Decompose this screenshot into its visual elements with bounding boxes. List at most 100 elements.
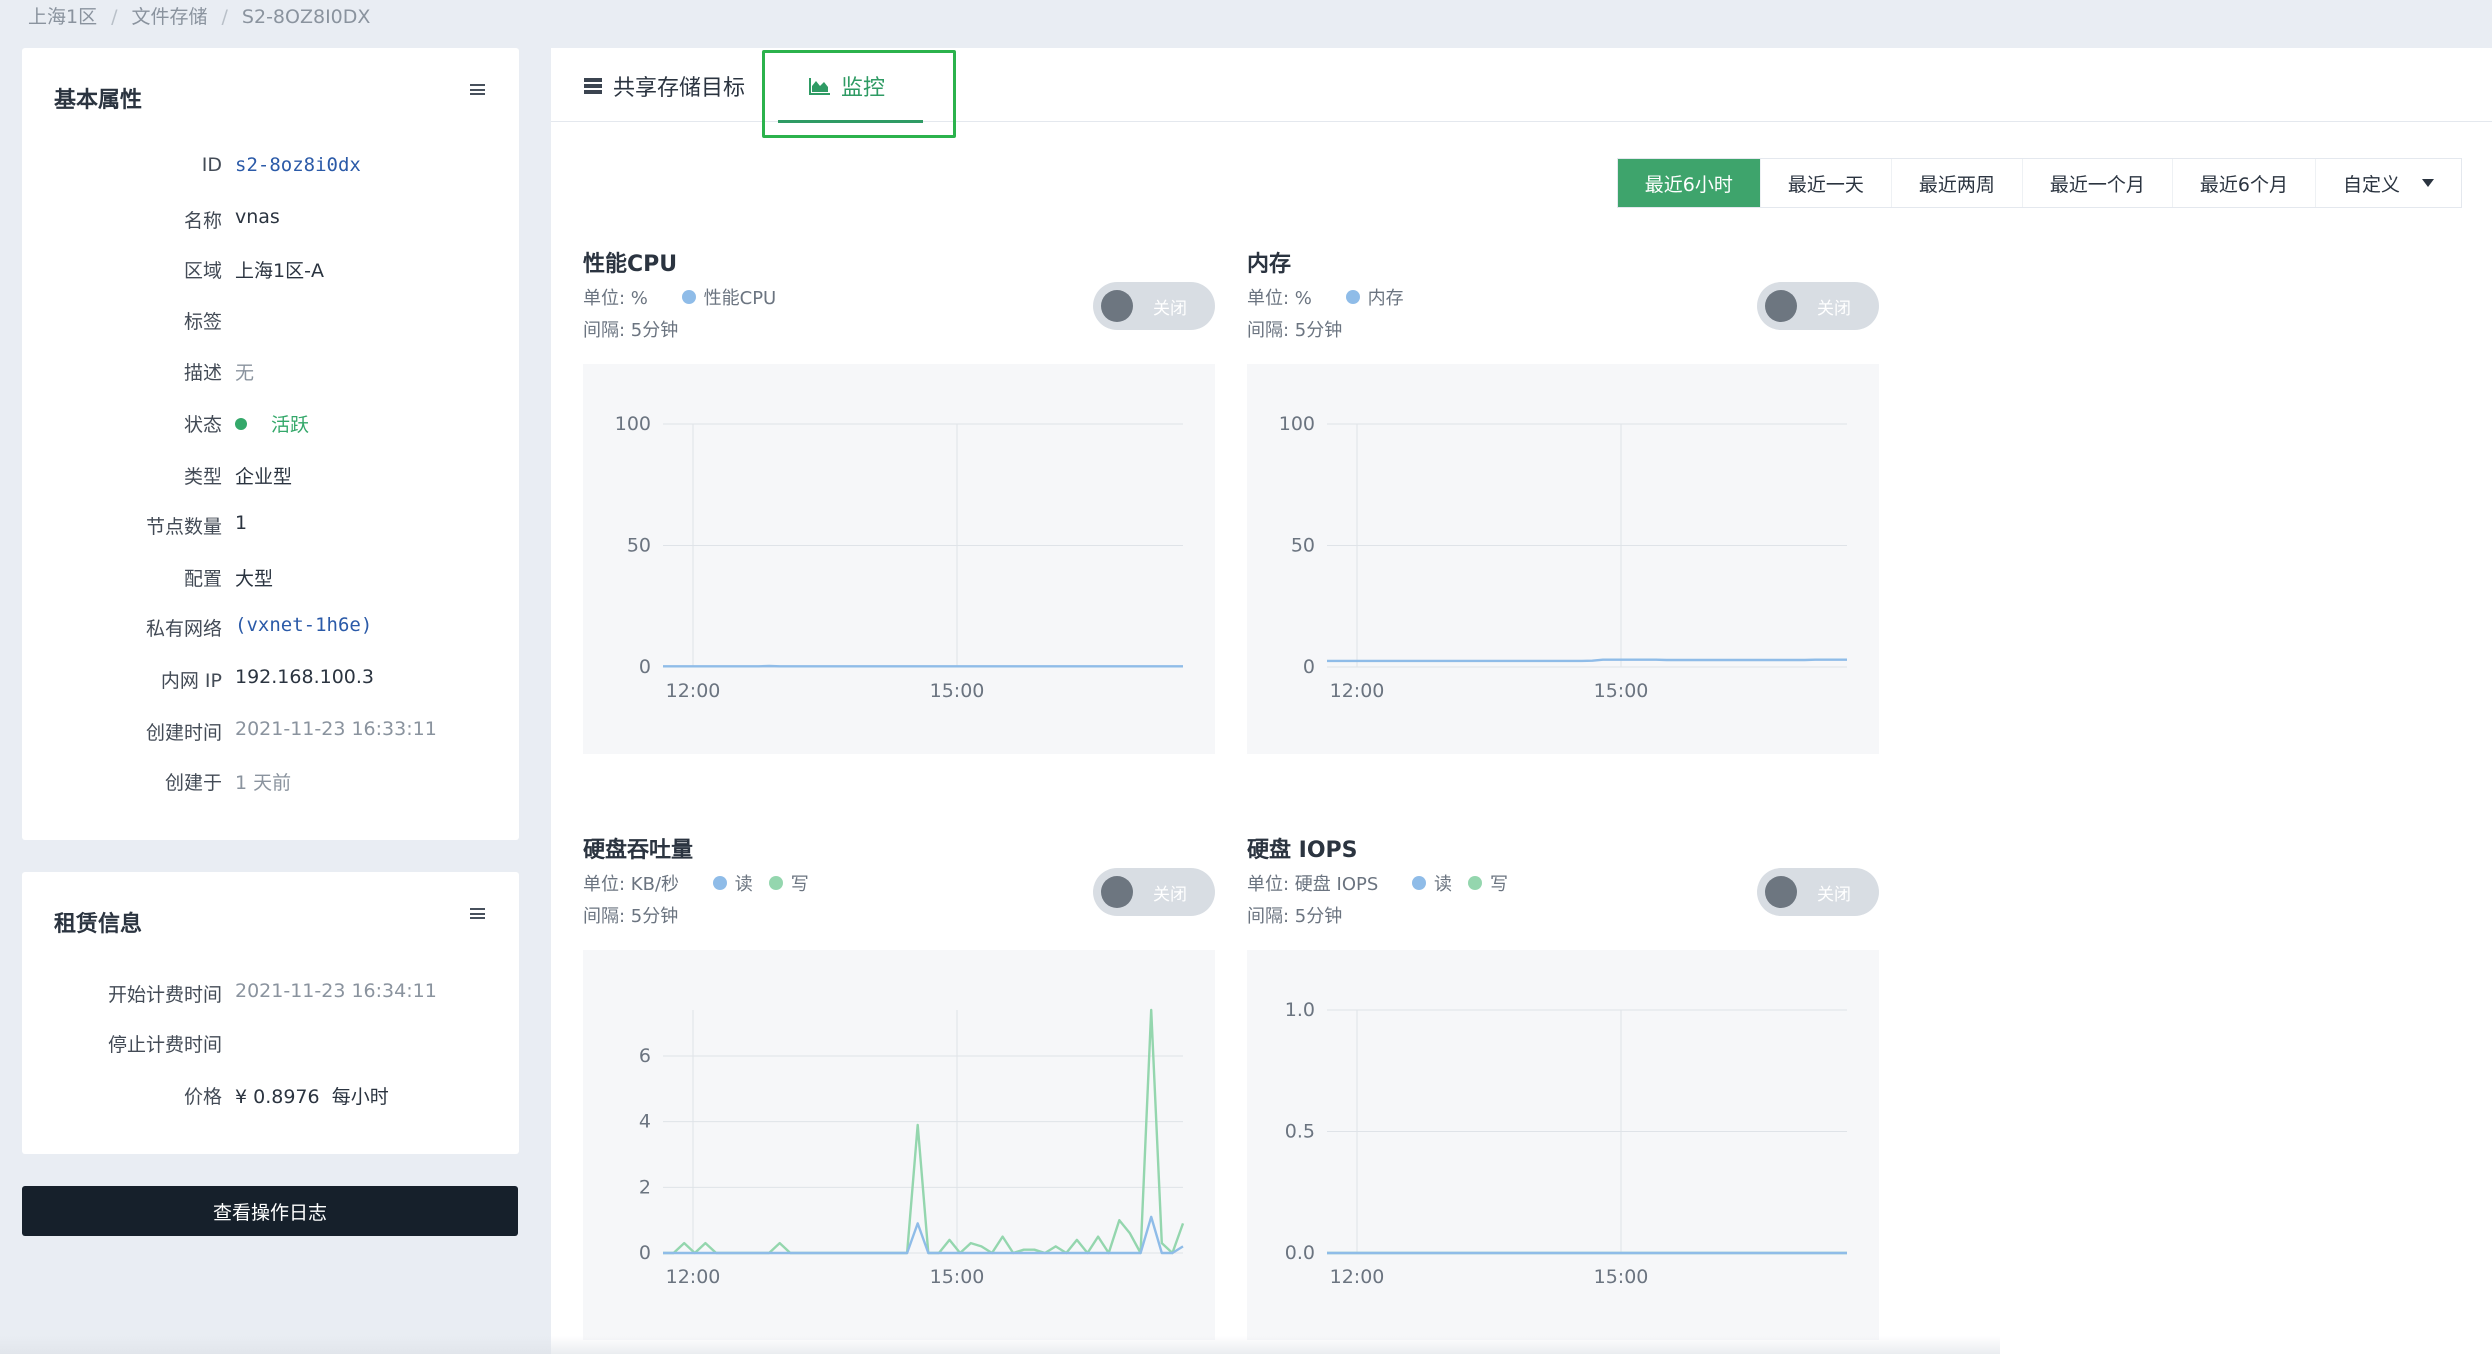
prop-row-id: ID s2-8oz8i0dx [22, 154, 522, 184]
prop-row-config: 配置 大型 [22, 564, 522, 594]
chart-unit: 单位: 硬盘 IOPS [1247, 874, 1379, 895]
prop-value: vnas [235, 206, 280, 228]
prop-row-node-count: 节点数量 1 [22, 512, 522, 542]
y-tick-label: 0.5 [1285, 1121, 1315, 1143]
prop-row-price: 价格 ¥ 0.8976 每小时 [22, 1082, 522, 1112]
bottom-shadow [0, 1336, 2000, 1354]
chart-toggle-switch[interactable]: 关闭 [1093, 868, 1215, 916]
prop-label: 创建时间 [145, 722, 222, 744]
chart-title: 性能CPU [583, 252, 678, 277]
breadcrumb-item-region[interactable]: 上海1区 [28, 6, 97, 28]
prop-row-created-time: 创建时间 2021-11-23 16:33:11 [22, 718, 522, 748]
prop-row-description: 描述 无 [22, 358, 522, 388]
legend-item[interactable]: 内存 [1345, 284, 1404, 310]
prop-row-status: 状态 活跃 [22, 410, 522, 440]
chart-disk-iops: 硬盘 IOPS 单位: 硬盘 IOPS 读 写 间隔: 5分钟 关闭 0.0 0.… [1247, 832, 1879, 1354]
prop-label: 区域 [183, 260, 222, 282]
menu-icon[interactable] [470, 908, 485, 919]
prop-label: 价格 [183, 1086, 222, 1108]
x-tick-label: 15:00 [1594, 680, 1649, 702]
resource-id-link[interactable]: s2-8oz8i0dx [235, 154, 361, 176]
chart-title: 硬盘 IOPS [1247, 838, 1358, 863]
toggle-knob [1765, 290, 1797, 322]
range-custom-dropdown[interactable]: 自定义 [2315, 159, 2461, 207]
toggle-knob [1765, 876, 1797, 908]
toggle-knob [1101, 876, 1133, 908]
chart-unit-row: 单位: % 性能CPU [583, 284, 786, 310]
toggle-label: 关闭 [1153, 299, 1187, 319]
y-tick-label: 2 [639, 1176, 651, 1198]
chart-toggle-switch[interactable]: 关闭 [1093, 282, 1215, 330]
legend-dot-icon [712, 876, 727, 890]
tab-label: 共享存储目标 [613, 76, 746, 101]
legend-label: 读 [734, 874, 753, 895]
y-tick-label: 50 [1291, 535, 1315, 557]
price-value: ¥ 0.8976 每小时 [235, 1086, 389, 1108]
legend-item-read[interactable]: 读 [712, 870, 753, 896]
legend-label: 写 [790, 874, 809, 895]
disk-iops-line-chart: 0.0 0.5 1.0 12:00 15:00 [1285, 999, 1847, 1288]
chart-cpu: 性能CPU 单位: % 性能CPU 间隔: 5分钟 关闭 0 50 100 12:00… [583, 246, 1215, 806]
prop-value: 无 [235, 362, 255, 384]
breadcrumb-separator: / [111, 6, 118, 28]
chart-interval: 间隔: 5分钟 [1247, 320, 1343, 341]
legend-item-write[interactable]: 写 [1468, 870, 1508, 896]
chart-interval: 间隔: 5分钟 [583, 320, 679, 341]
legend-item-write[interactable]: 写 [768, 870, 809, 896]
chart-plot-area: 0.0 0.5 1.0 12:00 15:00 [1247, 950, 1879, 1340]
y-tick-label: 4 [639, 1111, 651, 1133]
range-6-hours[interactable]: 最近6小时 [1617, 159, 1761, 207]
y-tick-label: 0 [639, 656, 651, 678]
chart-legend: 读 写 [1412, 870, 1518, 896]
range-1-month[interactable]: 最近一个月 [2022, 159, 2173, 207]
chart-plot-area: 0 2 4 6 12:00 15:00 [583, 950, 1215, 1340]
lease-info-title: 租赁信息 [54, 912, 143, 937]
chart-title: 内存 [1247, 252, 1292, 277]
legend-item[interactable]: 性能CPU [681, 284, 777, 310]
legend-dot-icon [1468, 876, 1482, 890]
y-tick-label: 50 [627, 535, 651, 557]
x-tick-label: 12:00 [1330, 1266, 1385, 1288]
breadcrumb-item-file-storage[interactable]: 文件存储 [132, 6, 208, 28]
chart-toggle-switch[interactable]: 关闭 [1757, 868, 1879, 916]
chart-memory: 内存 单位: % 内存 间隔: 5分钟 关闭 0 50 100 12:00 15:00 [1247, 246, 1879, 806]
range-6-months[interactable]: 最近6个月 [2172, 159, 2316, 207]
chart-toggle-switch[interactable]: 关闭 [1757, 282, 1879, 330]
chart-disk-throughput: 硬盘吞吐量 单位: KB/秒 读 写 间隔: 5分钟 关闭 0 2 4 6 12:00 1… [583, 832, 1215, 1354]
prop-label: 开始计费时间 [107, 984, 222, 1006]
menu-icon[interactable] [470, 84, 485, 95]
legend-dot-icon [768, 876, 783, 890]
storage-icon [584, 78, 602, 94]
prop-row-private-ip: 内网 IP 192.168.100.3 [22, 666, 522, 696]
tab-shared-storage-targets[interactable]: 共享存储目标 [583, 70, 745, 102]
prop-value: 1 天前 [235, 772, 292, 794]
y-tick-label: 1.0 [1285, 999, 1315, 1021]
prop-row-name: 名称 vnas [22, 206, 522, 236]
prop-value: 企业型 [235, 466, 293, 488]
y-tick-label: 100 [615, 413, 651, 435]
breadcrumb-separator: / [221, 6, 228, 28]
y-tick-label: 100 [1279, 413, 1315, 435]
chart-plot-area: 0 50 100 12:00 15:00 [1247, 364, 1879, 754]
prop-label: 标签 [183, 311, 222, 333]
range-2-weeks[interactable]: 最近两周 [1891, 159, 2023, 207]
prop-label: 创建于 [164, 772, 222, 794]
basic-properties-card: 基本属性 ID s2-8oz8i0dx 名称 vnas 区域 上海1区-A 标签… [22, 48, 519, 840]
y-tick-label: 0.0 [1285, 1242, 1315, 1264]
range-1-day[interactable]: 最近一天 [1760, 159, 1892, 207]
prop-label: 内网 IP [160, 670, 222, 692]
vxnet-link[interactable]: (vxnet-1h6e) [235, 614, 372, 636]
prop-value: 192.168.100.3 [235, 666, 375, 688]
legend-label: 性能CPU [703, 288, 777, 309]
prop-row-billing-start: 开始计费时间 2021-11-23 16:34:11 [22, 980, 522, 1010]
prop-label: 私有网络 [145, 618, 222, 640]
x-tick-label: 12:00 [1330, 680, 1385, 702]
prop-label: 名称 [183, 210, 222, 232]
chart-plot-area: 0 50 100 12:00 15:00 [583, 364, 1215, 754]
chart-interval: 间隔: 5分钟 [583, 906, 679, 927]
view-operation-log-button[interactable]: 查看操作日志 [22, 1186, 518, 1236]
chevron-down-icon [2422, 179, 2434, 187]
legend-item-read[interactable]: 读 [1412, 870, 1452, 896]
memory-line-chart: 0 50 100 12:00 15:00 [1279, 413, 1847, 702]
prop-value: 大型 [235, 568, 274, 590]
